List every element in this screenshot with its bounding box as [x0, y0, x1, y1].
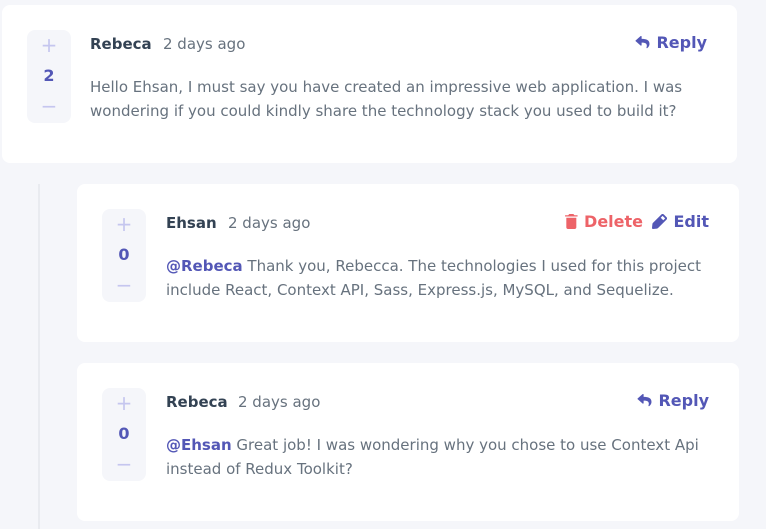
- reply-thread-line: [38, 184, 40, 529]
- reply-icon: [635, 36, 650, 49]
- upvote-button[interactable]: +: [116, 393, 133, 413]
- downvote-button[interactable]: −: [116, 454, 133, 474]
- reply-button[interactable]: Reply: [637, 391, 709, 410]
- vote-score: 2: [43, 66, 55, 85]
- reply-text-body: Thank you, Rebecca. The technologies I u…: [166, 257, 701, 299]
- reply-card: + 0 − Rebeca 2 days ago Reply @Ehsan Gre…: [77, 363, 739, 521]
- downvote-button[interactable]: −: [116, 275, 133, 295]
- reply-label: Reply: [658, 391, 709, 410]
- reply-button[interactable]: Reply: [635, 33, 707, 52]
- vote-widget: + 0 −: [102, 388, 146, 481]
- reply-card: + 0 − Ehsan 2 days ago Delete Edit @Rebe…: [77, 184, 739, 342]
- comment-card: + 2 − Rebeca 2 days ago Reply Hello Ehsa…: [2, 5, 737, 163]
- reply-label: Reply: [656, 33, 707, 52]
- vote-widget: + 2 −: [27, 30, 71, 123]
- downvote-button[interactable]: −: [41, 96, 58, 116]
- comment-timestamp: 2 days ago: [163, 35, 246, 53]
- comment-username[interactable]: Rebeca: [90, 35, 152, 53]
- vote-score: 0: [118, 245, 130, 264]
- comment-text: Hello Ehsan, I must say you have created…: [90, 78, 683, 120]
- reply-username[interactable]: Ehsan: [166, 214, 217, 232]
- delete-label: Delete: [584, 212, 643, 231]
- reply-text: @Ehsan Great job! I was wondering why yo…: [166, 433, 709, 481]
- upvote-button[interactable]: +: [116, 214, 133, 234]
- edit-icon: [652, 214, 668, 229]
- edit-label: Edit: [673, 212, 709, 231]
- delete-button[interactable]: Delete: [565, 212, 643, 231]
- upvote-button[interactable]: +: [41, 35, 58, 55]
- edit-button[interactable]: Edit: [652, 212, 709, 231]
- mention-link[interactable]: @Rebeca: [166, 257, 243, 275]
- reply-timestamp: 2 days ago: [228, 214, 311, 232]
- reply-username[interactable]: Rebeca: [166, 393, 228, 411]
- vote-widget: + 0 −: [102, 209, 146, 302]
- mention-link[interactable]: @Ehsan: [166, 436, 232, 454]
- reply-timestamp: 2 days ago: [238, 393, 321, 411]
- reply-text-body: Great job! I was wondering why you chose…: [166, 436, 699, 478]
- delete-icon: [565, 214, 578, 229]
- reply-icon: [637, 394, 652, 407]
- vote-score: 0: [118, 424, 130, 443]
- reply-text: @Rebeca Thank you, Rebecca. The technolo…: [166, 254, 709, 302]
